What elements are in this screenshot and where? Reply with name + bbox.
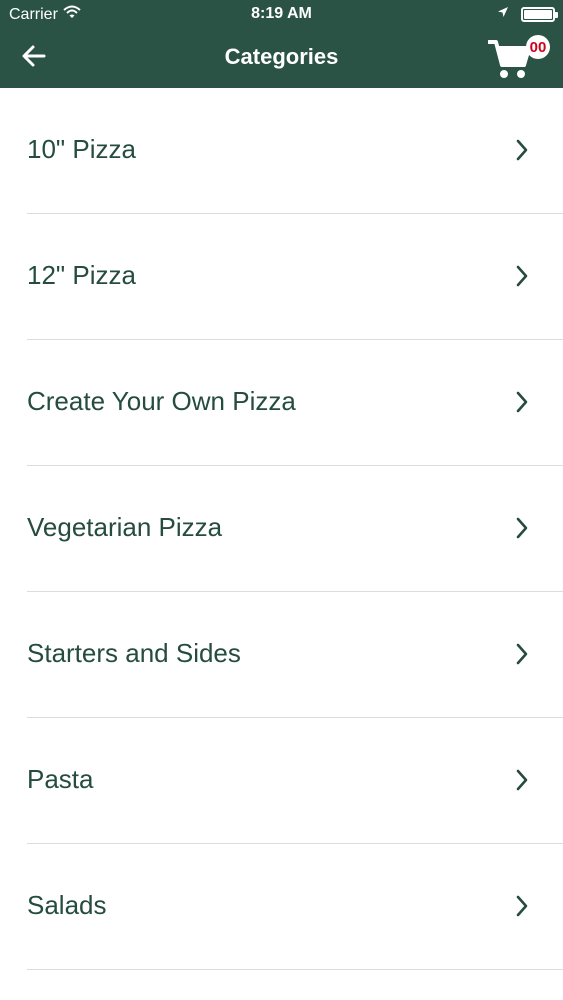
chevron-right-icon (515, 895, 529, 922)
category-label: Create Your Own Pizza (27, 386, 296, 416)
category-item-starters-and-sides[interactable]: Starters and Sides (0, 592, 563, 718)
category-item-pasta[interactable]: Pasta (0, 718, 563, 844)
cart-button[interactable]: 00 (486, 32, 552, 86)
category-item-vegetarian-pizza[interactable]: Vegetarian Pizza (0, 466, 563, 592)
chevron-right-icon (515, 139, 529, 166)
chevron-right-icon (515, 769, 529, 796)
page-title: Categories (224, 44, 339, 69)
status-bar: Carrier 8:19 AM (0, 0, 563, 28)
category-item-12-pizza[interactable]: 12" Pizza (0, 214, 563, 340)
nav-bar: Categories 00 (0, 28, 563, 88)
category-item-10-pizza[interactable]: 10" Pizza (0, 88, 563, 214)
location-arrow-icon (497, 5, 509, 23)
battery-fill (524, 9, 552, 19)
category-label: Salads (27, 890, 107, 920)
battery-icon (521, 6, 558, 22)
category-label: Vegetarian Pizza (27, 512, 223, 542)
category-label: 10" Pizza (27, 134, 136, 164)
category-label: Pasta (27, 764, 94, 794)
chevron-right-icon (515, 265, 529, 292)
cart-count-badge: 00 (526, 35, 550, 59)
status-time: 8:19 AM (251, 5, 312, 22)
category-label: Starters and Sides (27, 638, 241, 668)
status-right (497, 5, 558, 23)
chevron-right-icon (515, 517, 529, 544)
header: Carrier 8:19 AM Categories 00 (0, 0, 563, 88)
chevron-right-icon (515, 391, 529, 418)
category-item-salads[interactable]: Salads (0, 844, 563, 970)
chevron-right-icon (515, 643, 529, 670)
category-list: 10" Pizza 12" Pizza Create Your Own Pizz… (0, 88, 563, 970)
category-item-create-your-own-pizza[interactable]: Create Your Own Pizza (0, 340, 563, 466)
category-label: 12" Pizza (27, 260, 136, 290)
